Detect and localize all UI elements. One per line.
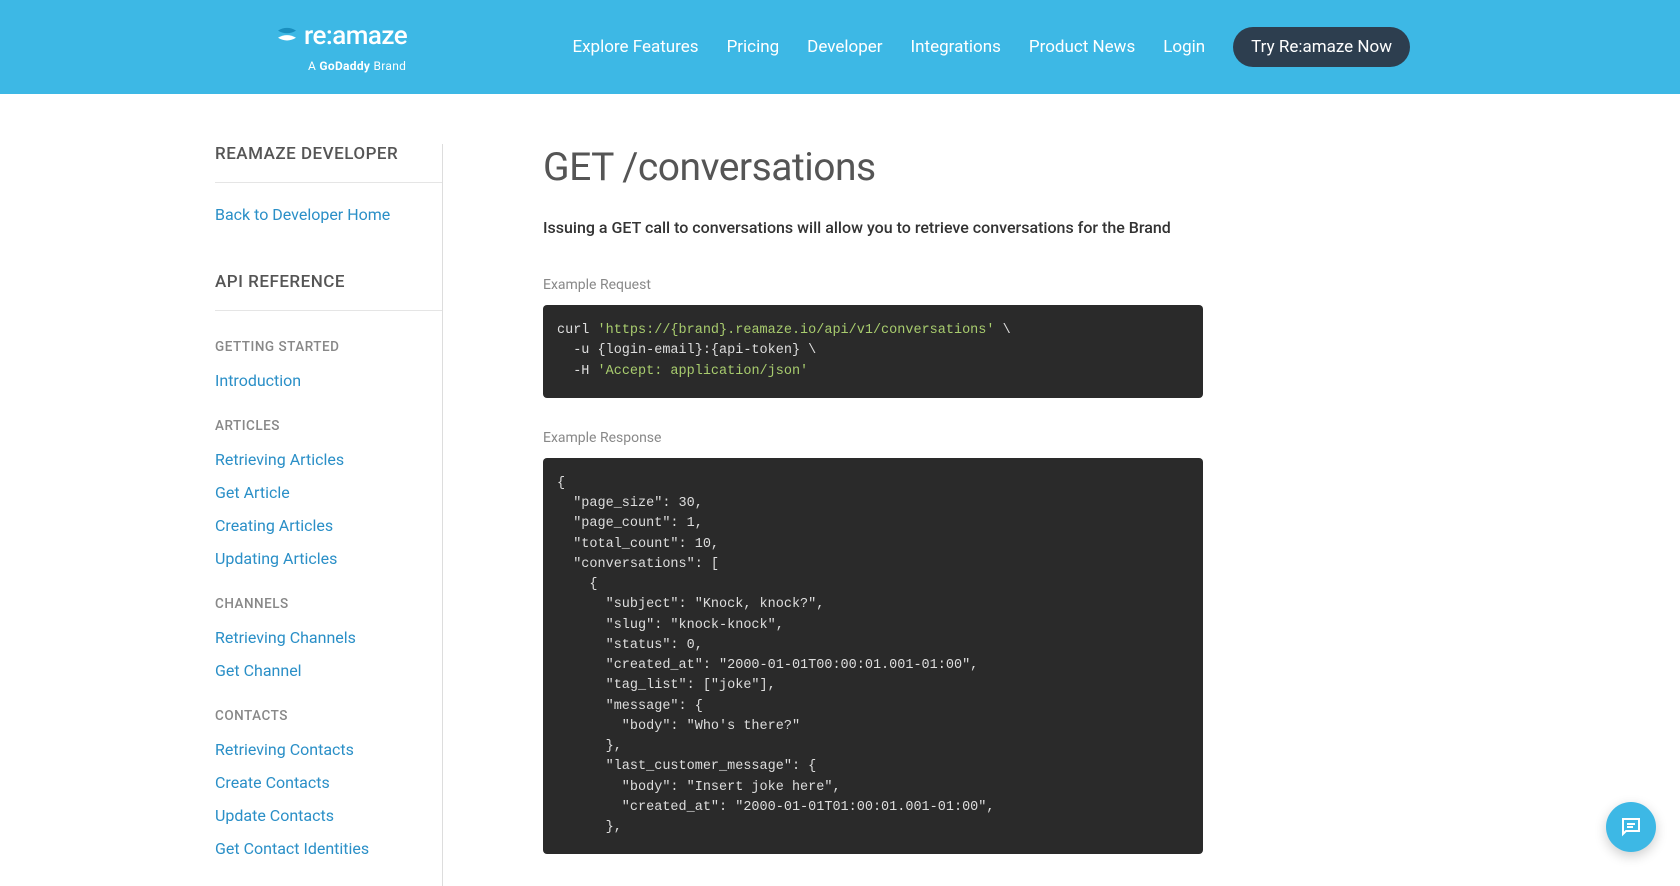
sidebar-group-heading: GETTING STARTED [215,339,442,355]
chat-icon [1619,815,1643,839]
sidebar-item-retrieving-contacts[interactable]: Retrieving Contacts [215,740,442,759]
reamaze-logo-icon [276,27,298,45]
main-nav: Explore Features Pricing Developer Integ… [572,27,1410,67]
sidebar-group-heading: ARTICLES [215,418,442,434]
nav-cta-try[interactable]: Try Re:amaze Now [1233,27,1410,67]
nav-developer[interactable]: Developer [807,37,882,57]
nav-pricing[interactable]: Pricing [727,37,780,57]
sidebar-item-create-contacts[interactable]: Create Contacts [215,773,442,792]
example-request-code: curl 'https://{brand}.reamaze.io/api/v1/… [543,305,1203,398]
sidebar-group-contacts: CONTACTS Retrieving Contacts Create Cont… [215,708,442,858]
example-request-label: Example Request [543,277,1203,293]
nav-login[interactable]: Login [1163,37,1205,57]
sidebar-group-heading: CHANNELS [215,596,442,612]
sidebar-api-title: API REFERENCE [215,272,442,311]
sidebar-item-get-channel[interactable]: Get Channel [215,661,442,680]
example-response-code: { "page_size": 30, "page_count": 1, "tot… [543,458,1203,855]
sidebar-item-retrieving-articles[interactable]: Retrieving Articles [215,450,442,469]
sidebar-item-get-contact-identities[interactable]: Get Contact Identities [215,839,442,858]
logo-subtext: A GoDaddy Brand [308,59,406,73]
sidebar-item-creating-articles[interactable]: Creating Articles [215,516,442,535]
sidebar-group-heading: CONTACTS [215,708,442,724]
logo-text: re:amaze [304,21,407,51]
page-title: GET /conversations [543,144,1203,190]
site-header: re:amaze A GoDaddy Brand Explore Feature… [0,0,1680,94]
nav-explore-features[interactable]: Explore Features [572,37,698,57]
page-container: REAMAZE DEVELOPER Back to Developer Home… [215,94,1465,886]
sidebar-back-link[interactable]: Back to Developer Home [215,205,442,224]
sidebar-group-articles: ARTICLES Retrieving Articles Get Article… [215,418,442,568]
logo-main: re:amaze [276,21,407,51]
sidebar-group-channels: CHANNELS Retrieving Channels Get Channel [215,596,442,680]
sidebar-item-update-contacts[interactable]: Update Contacts [215,806,442,825]
nav-product-news[interactable]: Product News [1029,37,1135,57]
example-response-label: Example Response [543,430,1203,446]
sidebar-item-retrieving-channels[interactable]: Retrieving Channels [215,628,442,647]
chat-fab[interactable] [1606,802,1656,852]
sidebar-group-getting-started: GETTING STARTED Introduction [215,339,442,390]
sidebar-item-updating-articles[interactable]: Updating Articles [215,549,442,568]
nav-integrations[interactable]: Integrations [911,37,1001,57]
sidebar-dev-title: REAMAZE DEVELOPER [215,144,442,183]
sidebar: REAMAZE DEVELOPER Back to Developer Home… [215,144,443,886]
main-content: GET /conversations Issuing a GET call to… [443,144,1203,886]
sidebar-item-get-article[interactable]: Get Article [215,483,442,502]
logo[interactable]: re:amaze A GoDaddy Brand [276,21,407,73]
sidebar-item-introduction[interactable]: Introduction [215,371,442,390]
page-lead: Issuing a GET call to conversations will… [543,218,1203,237]
sidebar-api-ref: API REFERENCE GETTING STARTED Introducti… [215,272,442,858]
